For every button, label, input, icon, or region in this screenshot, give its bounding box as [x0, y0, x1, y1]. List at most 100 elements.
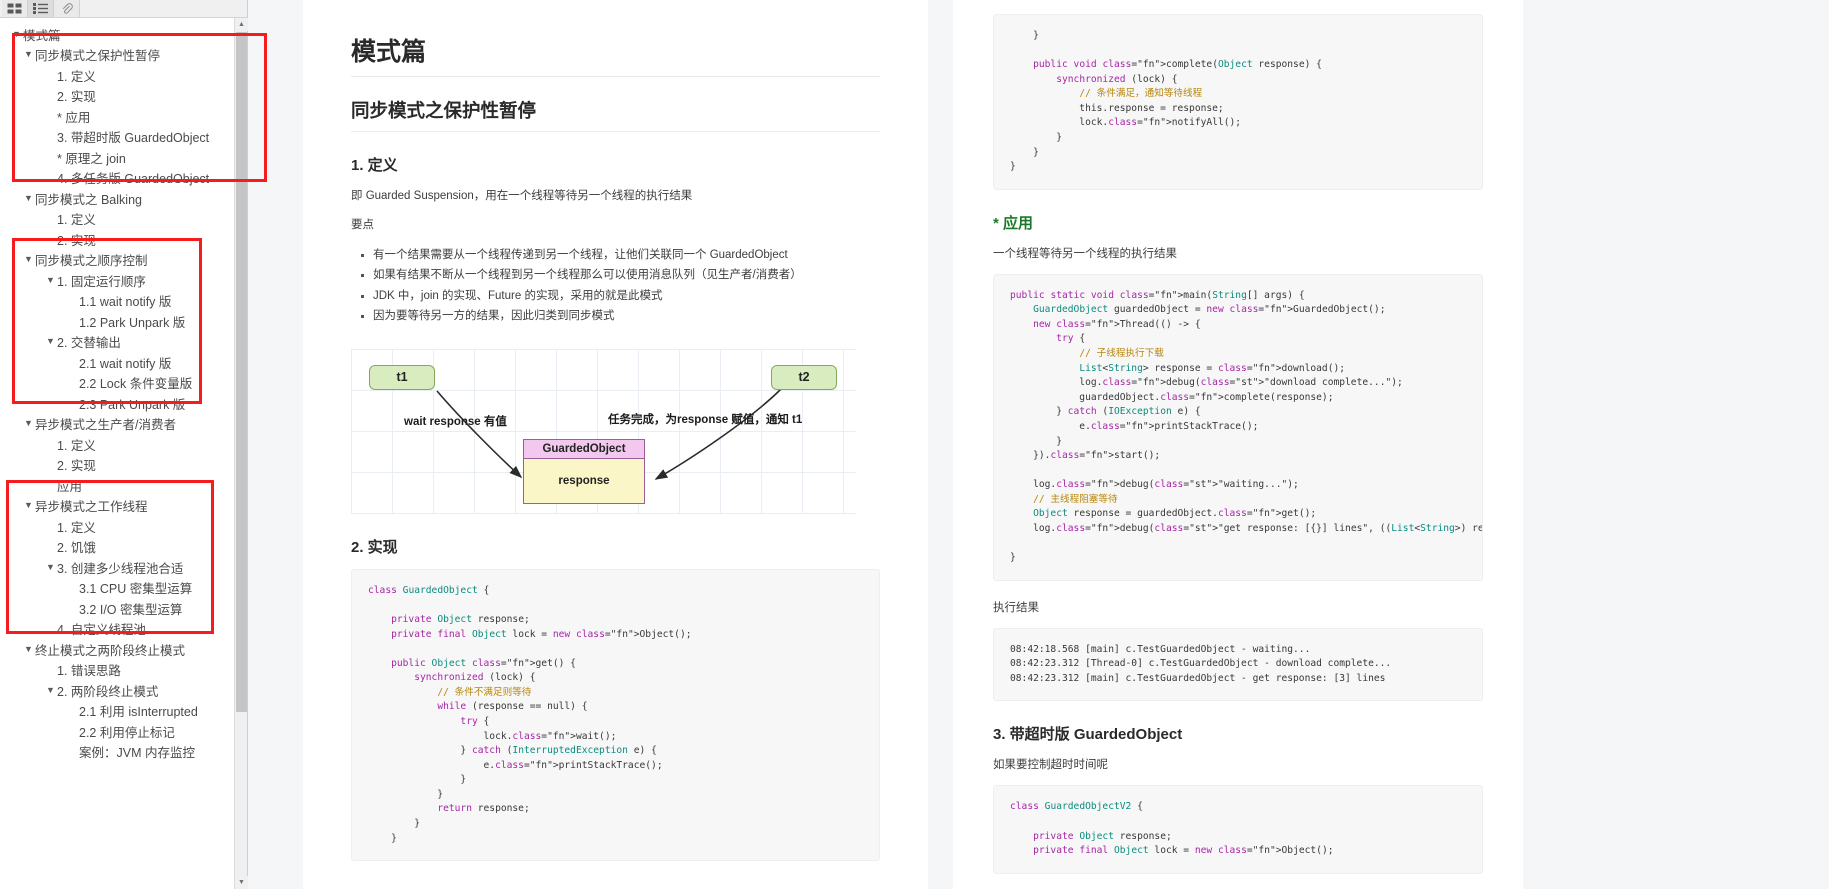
outline-tree[interactable]: ▼模式篇▼同步模式之保护性暂停▼1. 定义▼2. 实现▼* 应用▼3. 带超时版… — [0, 18, 247, 889]
tree-spacer: ▼ — [66, 399, 79, 408]
scroll-down-icon[interactable]: ▼ — [235, 876, 248, 889]
chevron-down-icon[interactable]: ▼ — [22, 419, 35, 428]
definition-paragraph: 即 Guarded Suspension，用在一个线程等待另一个线程的执行结果 — [351, 190, 693, 202]
tree-item[interactable]: ▼ 2. 两阶段终止模式 — [0, 680, 247, 701]
scroll-up-icon[interactable]: ▲ — [235, 18, 248, 31]
diagram-node-t2: t2 — [771, 364, 837, 390]
tree-item-label: 2. 实现 — [57, 233, 96, 248]
tree-item-label: 3. 创建多少线程池合适 — [57, 561, 184, 576]
tree-spacer: ▼ — [44, 522, 57, 531]
tree-item[interactable]: ▼3. 带超时版 GuardedObject — [0, 127, 247, 148]
tree-item-label: 同步模式之保护性暂停 — [35, 49, 161, 64]
tree-item[interactable]: ▼3.2 I/O 密集型运算 — [0, 598, 247, 619]
tree-item[interactable]: ▼3.1 CPU 密集型运算 — [0, 578, 247, 599]
timeout-paragraph: 如果要控制超时时间呢 — [993, 759, 1108, 772]
code-block-guardedobject[interactable]: class GuardedObject { private Object res… — [351, 568, 880, 862]
keypoints-label: 要点 — [351, 218, 374, 231]
tree-item[interactable]: ▼* 原理之 join — [0, 147, 247, 168]
tree-item[interactable]: ▼ 同步模式之顺序控制 — [0, 250, 247, 271]
chevron-down-icon[interactable]: ▼ — [44, 685, 57, 695]
chevron-down-icon[interactable]: ▼ — [22, 644, 35, 654]
tree-item[interactable]: ▼ 1. 固定运行顺序 — [0, 270, 247, 291]
sidebar: ▼模式篇▼同步模式之保护性暂停▼1. 定义▼2. 实现▼* 应用▼3. 带超时版… — [0, 0, 267, 889]
tree-item[interactable]: ▼2.1 wait notify 版 — [0, 352, 247, 373]
code-block-execution-output[interactable]: 08:42:18.568 [main] c.TestGuardedObject … — [993, 627, 1483, 702]
chevron-down-icon[interactable]: ▼ — [10, 29, 23, 39]
tree-item[interactable]: ▼ 同步模式之保护性暂停 — [0, 45, 247, 66]
tree-item[interactable]: ▼1. 定义 — [0, 434, 247, 455]
tree-item-label: 1.2 Park Unpark 版 — [79, 315, 186, 330]
tree-item[interactable]: ▼2. 实现 — [0, 455, 247, 476]
tree-item-label: 应用 — [57, 479, 83, 494]
list-item: 如果有结果不断从一个线程到另一个线程那么可以使用消息队列（见生产者/消费者） — [373, 265, 880, 285]
code-block-complete-method[interactable]: } public void class="fn">complete(Object… — [993, 14, 1483, 190]
sidebar-scrollbar[interactable]: ▲ ▼ — [234, 18, 248, 889]
tree-spacer: ▼ — [44, 481, 57, 490]
tree-item[interactable]: ▼2.2 Lock 条件变量版 — [0, 373, 247, 394]
tree-item[interactable]: ▼ 2. 交替输出 — [0, 332, 247, 353]
tree-spacer: ▼ — [44, 624, 57, 633]
tree-item[interactable]: ▼ 异步模式之工作线程 — [0, 496, 247, 517]
chevron-down-icon[interactable]: ▼ — [44, 275, 57, 285]
tree-item-label: * 原理之 join — [57, 151, 126, 166]
tree-item[interactable]: ▼ 模式篇 — [0, 24, 247, 45]
tree-item-label: 2.2 Lock 条件变量版 — [79, 377, 193, 392]
document-page-right: } public void class="fn">complete(Object… — [953, 0, 1523, 889]
tree-item[interactable]: ▼2.2 利用停止标记 — [0, 721, 247, 742]
scrollbar-thumb[interactable] — [236, 32, 247, 712]
tree-item-label: 2.3 Park Unpark 版 — [79, 397, 186, 412]
tree-item[interactable]: ▼4. 自定义线程池 — [0, 619, 247, 640]
chevron-down-icon[interactable]: ▼ — [22, 193, 35, 203]
page-gutter — [928, 0, 953, 889]
tree-item[interactable]: ▼1. 定义 — [0, 209, 247, 230]
tree-item[interactable]: ▼1.2 Park Unpark 版 — [0, 311, 247, 332]
tree-item[interactable]: ▼1.1 wait notify 版 — [0, 291, 247, 312]
tree-item-label: 终止模式之两阶段终止模式 — [35, 643, 186, 658]
attachment-view-icon[interactable] — [54, 0, 80, 17]
tree-item[interactable]: ▼ 同步模式之 Balking — [0, 188, 247, 209]
tree-item[interactable]: ▼2.1 利用 isInterrupted — [0, 701, 247, 722]
tree-item-label: 1. 固定运行顺序 — [57, 274, 146, 289]
subsection-heading-definition: 1. 定义 — [351, 157, 398, 174]
tree-item[interactable]: ▼ 3. 创建多少线程池合适 — [0, 557, 247, 578]
chevron-down-icon[interactable]: ▼ — [22, 50, 35, 59]
tree-item[interactable]: ▼* 应用 — [0, 106, 247, 127]
outline-view-icon[interactable] — [28, 0, 54, 17]
tree-item[interactable]: ▼2. 实现 — [0, 86, 247, 107]
tree-item[interactable]: ▼1. 错误思路 — [0, 660, 247, 681]
chevron-down-icon[interactable]: ▼ — [22, 255, 35, 264]
list-item: 因为要等待另一方的结果，因此归类到同步模式 — [373, 306, 880, 326]
tree-item[interactable]: ▼4. 多任务版 GuardedObject — [0, 168, 247, 189]
code-block-guardedobjectv2[interactable]: class GuardedObjectV2 { private Object r… — [993, 785, 1483, 874]
list-item: JDK 中，join 的实现、Future 的实现，采用的就是此模式 — [373, 286, 880, 306]
tree-item[interactable]: ▼1. 定义 — [0, 65, 247, 86]
subsection-heading-timeout: 3. 带超时版 GuardedObject — [993, 726, 1183, 744]
tree-item[interactable]: ▼应用 — [0, 475, 247, 496]
tree-spacer: ▼ — [44, 542, 57, 551]
tree-item[interactable]: ▼1. 定义 — [0, 516, 247, 537]
tree-item[interactable]: ▼2.3 Park Unpark 版 — [0, 393, 247, 414]
tree-item-label: 4. 自定义线程池 — [57, 623, 146, 638]
tree-item-label: 2.1 wait notify 版 — [79, 356, 172, 371]
tree-spacer: ▼ — [66, 358, 79, 367]
tree-spacer: ▼ — [44, 132, 57, 141]
tree-item[interactable]: ▼ 终止模式之两阶段终止模式 — [0, 639, 247, 660]
document-viewer[interactable]: 模式篇 同步模式之保护性暂停 1. 定义 即 Guarded Suspensio… — [248, 0, 1829, 889]
chevron-down-icon[interactable]: ▼ — [22, 501, 35, 510]
tree-item[interactable]: ▼2. 饥饿 — [0, 537, 247, 558]
tree-item[interactable]: ▼2. 实现 — [0, 229, 247, 250]
tree-item-label: 2. 两阶段终止模式 — [57, 684, 159, 699]
code-block-main-method[interactable]: public static void class="fn">main(Strin… — [993, 273, 1483, 581]
tree-item-label: 2. 实现 — [57, 459, 96, 474]
chevron-down-icon[interactable]: ▼ — [44, 562, 57, 572]
page-title: 模式篇 — [351, 32, 880, 77]
tree-item[interactable]: ▼案例：JVM 内存监控 — [0, 742, 247, 763]
thumbnail-view-icon[interactable] — [2, 0, 28, 17]
document-page-left: 模式篇 同步模式之保护性暂停 1. 定义 即 Guarded Suspensio… — [303, 0, 928, 889]
tree-item-label: 3.2 I/O 密集型运算 — [79, 602, 183, 617]
tree-item[interactable]: ▼ 异步模式之生产者/消费者 — [0, 414, 247, 435]
tree-item-label: 1. 定义 — [57, 213, 96, 228]
tree-item-label: 2. 饥饿 — [57, 541, 96, 556]
tree-spacer: ▼ — [44, 173, 57, 182]
chevron-down-icon[interactable]: ▼ — [44, 337, 57, 346]
